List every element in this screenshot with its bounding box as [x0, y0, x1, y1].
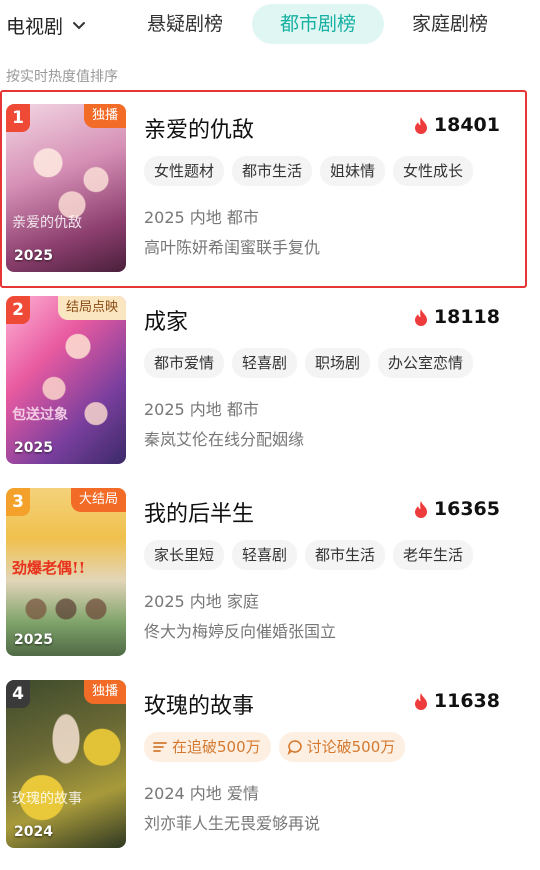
genre-tag[interactable]: 家长里短: [144, 540, 225, 570]
poster-year: 2025: [14, 440, 53, 456]
status-badge: 独播: [83, 104, 126, 128]
poster-image[interactable]: 劲爆老偶!! 3 大结局 2025: [6, 488, 126, 656]
heat-value: 11638: [433, 690, 500, 712]
rank-badge: 3: [6, 488, 30, 516]
category-label: 电视剧: [6, 15, 64, 38]
genre-tag[interactable]: 姐妹情: [320, 156, 386, 186]
top-tab-bar: 电视剧 悬疑剧榜 都市剧榜 家庭剧榜: [0, 0, 540, 50]
genre-tag[interactable]: 都市生活: [305, 540, 386, 570]
genre-tag[interactable]: 女性题材: [144, 156, 225, 186]
genre-tag[interactable]: 轻喜剧: [232, 348, 298, 378]
item-meta: 2024 内地 爱情: [144, 784, 259, 803]
tag-list: 在追破500万 讨论破500万: [144, 732, 406, 762]
tag-list: 女性题材 都市生活 姐妹情 女性成长: [144, 156, 474, 186]
poster-title: 亲爱的仇敌: [12, 215, 82, 231]
status-badge: 大结局: [70, 488, 126, 512]
poster-title: 玫瑰的故事: [12, 791, 82, 807]
heat-value: 16365: [433, 498, 500, 520]
poster-image[interactable]: 玫瑰的故事 4 独播 2024: [6, 680, 126, 848]
heat-score: 18118: [413, 306, 500, 328]
rank-badge: 1: [6, 104, 30, 132]
heat-value: 18118: [433, 306, 500, 328]
item-title[interactable]: 玫瑰的故事: [144, 688, 254, 720]
tag-list: 家长里短 轻喜剧 都市生活 老年生活: [144, 540, 474, 570]
poster-year: 2025: [14, 632, 53, 648]
poster-year: 2024: [14, 824, 53, 840]
item-meta: 2025 内地 都市: [144, 208, 259, 227]
poster-title: 包送过象: [12, 407, 68, 423]
item-description: 刘亦菲人生无畏爱够再说: [144, 814, 321, 833]
flame-icon: [414, 308, 427, 326]
rank-badge: 2: [6, 296, 30, 324]
item-title[interactable]: 成家: [144, 304, 188, 336]
status-badge: 结局点映: [57, 296, 126, 320]
tab-family[interactable]: 家庭剧榜: [395, 4, 505, 44]
genre-tag[interactable]: 老年生活: [393, 540, 474, 570]
list-item[interactable]: 包送过象 2 结局点映 2025 成家 18118 都市爱情 轻喜剧 职场剧 办…: [0, 284, 540, 474]
category-dropdown[interactable]: 电视剧: [6, 10, 87, 40]
item-description: 秦岚艾伦在线分配姻缘: [144, 430, 305, 449]
genre-tag[interactable]: 职场剧: [305, 348, 371, 378]
discussion-label: 讨论破500万: [306, 738, 396, 756]
status-badge: 独播: [83, 680, 126, 704]
item-description: 高叶陈妍希闺蜜联手复仇: [144, 238, 321, 257]
tag-list: 都市爱情 轻喜剧 职场剧 办公室恋情: [144, 348, 474, 378]
item-meta: 2025 内地 家庭: [144, 592, 259, 611]
item-title[interactable]: 亲爱的仇敌: [144, 112, 254, 144]
list-item[interactable]: 玫瑰的故事 4 独播 2024 玫瑰的故事 11638 在追破500万 讨论破5…: [0, 668, 540, 858]
genre-tag[interactable]: 轻喜剧: [232, 540, 298, 570]
heat-score: 18401: [413, 114, 500, 136]
genre-tag[interactable]: 都市生活: [232, 156, 313, 186]
sort-hint: 按实时热度值排序: [6, 69, 118, 85]
following-tag[interactable]: 在追破500万: [144, 732, 271, 762]
following-label: 在追破500万: [172, 738, 261, 756]
rank-badge: 4: [6, 680, 30, 708]
list-item[interactable]: 亲爱的仇敌 1 独播 2025 亲爱的仇敌 18401 女性题材 都市生活 姐妹…: [0, 90, 540, 288]
discussion-tag[interactable]: 讨论破500万: [278, 732, 406, 762]
poster-image[interactable]: 亲爱的仇敌 1 独播 2025: [6, 104, 126, 272]
poster-title: 劲爆老偶!!: [12, 559, 86, 577]
tab-urban[interactable]: 都市剧榜: [252, 4, 384, 44]
flame-icon: [414, 500, 427, 518]
chat-bubble-icon: [287, 740, 302, 755]
heat-value: 18401: [433, 114, 500, 136]
heat-score: 11638: [413, 690, 500, 712]
item-title[interactable]: 我的后半生: [144, 496, 254, 528]
tab-suspense[interactable]: 悬疑剧榜: [130, 4, 240, 44]
poster-image[interactable]: 包送过象 2 结局点映 2025: [6, 296, 126, 464]
item-meta: 2025 内地 都市: [144, 400, 259, 419]
list-item[interactable]: 劲爆老偶!! 3 大结局 2025 我的后半生 16365 家长里短 轻喜剧 都…: [0, 476, 540, 666]
genre-tag[interactable]: 女性成长: [393, 156, 474, 186]
genre-tag[interactable]: 都市爱情: [144, 348, 225, 378]
flame-icon: [414, 116, 427, 134]
genre-tag[interactable]: 办公室恋情: [378, 348, 474, 378]
item-description: 佟大为梅婷反向催婚张国立: [144, 622, 337, 641]
poster-year: 2025: [14, 248, 53, 264]
list-icon: [153, 742, 167, 752]
flame-icon: [414, 692, 427, 710]
heat-score: 16365: [413, 498, 500, 520]
chevron-down-icon: [73, 22, 86, 30]
